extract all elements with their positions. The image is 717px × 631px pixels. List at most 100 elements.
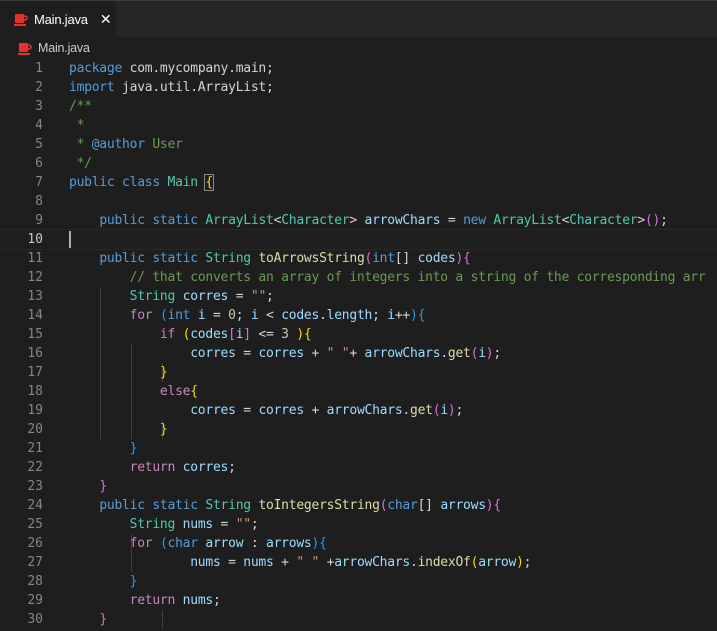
code-line[interactable]: 24 public static String toIntegersString… [0, 496, 717, 515]
code-editor[interactable]: 1 package com.mycompany.main; 2 import java… [0, 59, 717, 631]
code-token: } [129, 574, 138, 589]
code-line[interactable]: 3 /** [0, 97, 717, 116]
code-line[interactable]: 19 corres = corres + arrowChars.get(i); [0, 401, 717, 420]
line-number: 22 [27, 460, 43, 475]
code-token: { [493, 498, 501, 513]
code-line[interactable]: 20 } [0, 420, 717, 439]
line-number: 9 [35, 213, 43, 228]
code-line[interactable]: 23 } [0, 477, 717, 496]
code-token: arrows [440, 498, 486, 513]
code-token: else [159, 384, 191, 399]
line-number: 21 [27, 441, 43, 456]
code-line[interactable]: 11 public static String toArrowsString(i… [0, 249, 717, 268]
line-number: 2 [35, 80, 43, 95]
code-line[interactable]: 6 */ [0, 154, 717, 173]
code-token: @author [91, 137, 145, 152]
code-token: > [349, 213, 365, 228]
code-token: int [167, 308, 191, 323]
code-line[interactable]: 27 nums = nums + " " +arrowChars.indexOf… [0, 553, 717, 572]
code-text: public class Main { [69, 173, 214, 192]
code-token: * [69, 118, 85, 133]
code-token: + [303, 403, 327, 418]
code-token: corres [190, 403, 236, 418]
code-token: User [144, 137, 183, 152]
line-number: 3 [35, 99, 43, 114]
code-token: codes [281, 308, 320, 323]
code-line[interactable]: 1 package com.mycompany.main; [0, 59, 717, 78]
code-line[interactable]: 10 [0, 229, 717, 250]
code-token: () [644, 213, 661, 228]
code-token: for [129, 308, 153, 323]
code-text: return corres; [69, 458, 236, 477]
code-line[interactable]: 12 // that converts an array of integers… [0, 268, 717, 287]
line-number: 14 [27, 308, 43, 323]
code-line[interactable]: 9 public static ArrayList<Character> arr… [0, 211, 717, 230]
code-token: public [99, 251, 145, 266]
code-line[interactable]: 22 return corres; [0, 458, 717, 477]
code-text: public static String toArrowsString(int[… [69, 249, 471, 268]
code-token: arrows [266, 536, 312, 551]
code-token: ; [250, 517, 259, 532]
code-text: nums = nums + " " +arrowChars.indexOf(ar… [69, 553, 531, 572]
code-line[interactable]: 17 } [0, 363, 717, 382]
code-token: */ [69, 156, 92, 171]
code-line[interactable]: 2 import java.util.ArrayList; [0, 78, 717, 97]
code-token: nums [182, 517, 214, 532]
code-line[interactable]: 5 * @author User [0, 135, 717, 154]
code-line[interactable]: 4 * [0, 116, 717, 135]
line-number: 25 [27, 517, 43, 532]
code-token: : [243, 536, 267, 551]
code-token: { [319, 536, 327, 551]
code-text: * @author User [69, 135, 183, 154]
code-token: ; [660, 213, 668, 228]
code-text: corres = corres + " "+ arrowChars.get(i)… [69, 344, 501, 363]
code-line[interactable]: 18 else{ [0, 382, 717, 401]
code-line[interactable]: 30 } [0, 610, 717, 629]
tab-main-java[interactable]: Main.java ✕ [0, 1, 116, 37]
line-number: 28 [27, 574, 43, 589]
code-line[interactable]: 8 [0, 192, 717, 211]
code-token: "" [250, 289, 267, 304]
code-token: } [159, 422, 168, 437]
line-number: 20 [27, 422, 43, 437]
code-token: ) [311, 536, 320, 551]
code-line[interactable]: 25 String nums = ""; [0, 515, 717, 534]
code-line[interactable]: 26 for (char arrow : arrows){ [0, 534, 717, 553]
code-line[interactable]: 28 } [0, 572, 717, 591]
code-line[interactable]: 15 if (codes[i] <= 3 ){ [0, 325, 717, 344]
line-number: 30 [27, 612, 43, 627]
code-line[interactable]: 16 corres = corres + " "+ arrowChars.get… [0, 344, 717, 363]
breadcrumb-file[interactable]: Main.java [38, 41, 90, 55]
code-token: toArrowsString [258, 251, 365, 266]
line-number: 15 [27, 327, 43, 342]
code-token: = [220, 555, 244, 570]
code-line[interactable]: 7 public class Main { [0, 173, 717, 192]
code-token: > [637, 213, 645, 228]
code-line[interactable]: 29 return nums; [0, 591, 717, 610]
code-token: [] [417, 498, 441, 513]
line-number: 7 [35, 175, 43, 190]
code-token: * [69, 137, 92, 152]
code-token: ArrayList [205, 213, 274, 228]
code-token: = [235, 346, 259, 361]
code-token: nums [243, 555, 274, 570]
code-line[interactable]: 13 String corres = ""; [0, 287, 717, 306]
code-token: ; [372, 308, 388, 323]
code-token: String [129, 289, 176, 304]
code-token: nums [190, 555, 221, 570]
code-token: ; [455, 403, 464, 418]
close-tab-icon[interactable]: ✕ [100, 12, 112, 26]
code-line[interactable]: 14 for (int i = 0; i < codes.length; i++… [0, 306, 717, 325]
code-token: static [152, 498, 198, 513]
code-token: static [152, 213, 198, 228]
code-token: 0 [228, 308, 236, 323]
code-line[interactable]: 21 } [0, 439, 717, 458]
code-token: ; [493, 346, 501, 361]
